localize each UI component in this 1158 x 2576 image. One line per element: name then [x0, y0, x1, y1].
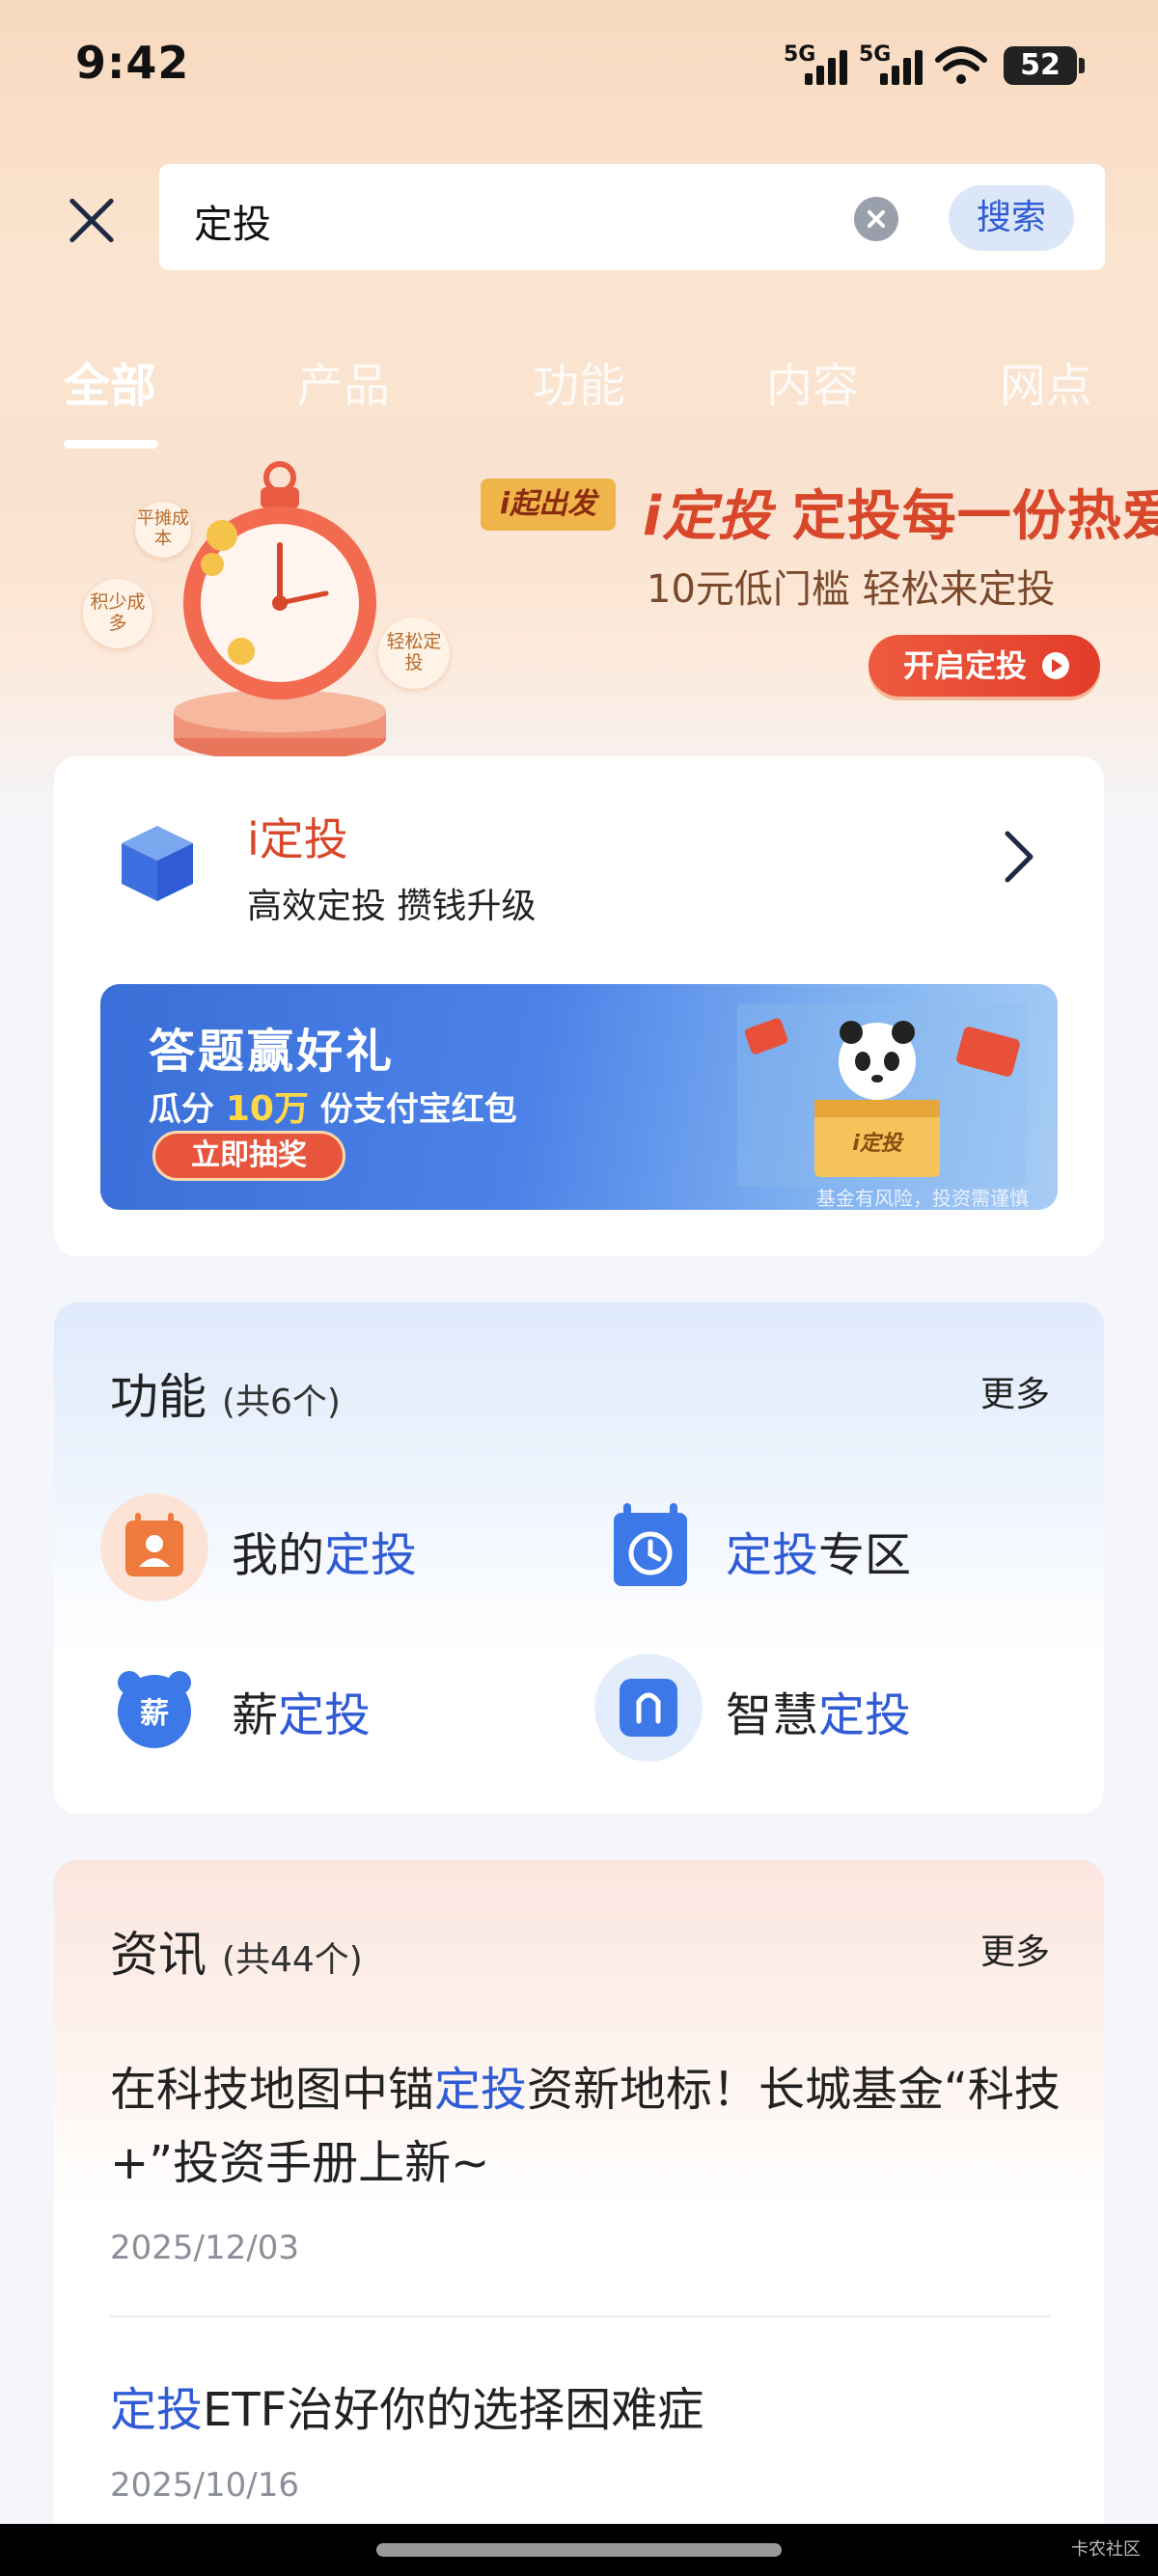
- news-more-link[interactable]: 更多: [980, 1924, 1050, 1974]
- news-item-title[interactable]: 在科技地图中锚定投资新地标！长城基金“科技+”投资手册上新~: [110, 2053, 1065, 2200]
- status-bar: 9:42 5G 5G 52: [0, 0, 1158, 125]
- promo-banner[interactable]: 平摊成本 积少成多 轻松定投 i起出发 i定投 定投每一份热爱 10元低门槛 轻…: [0, 444, 1158, 762]
- banner-subtitle: 10元低门槛 轻松来定投: [647, 567, 1056, 612]
- status-time: 9:42: [75, 37, 190, 89]
- functions-count: (共6个): [221, 1383, 341, 1422]
- section-title: 功能 (共6个): [110, 1358, 341, 1428]
- clear-search-icon[interactable]: [854, 197, 898, 241]
- cube-icon: [122, 826, 193, 901]
- banner-title-main: 定投每一份热爱: [791, 485, 1158, 548]
- function-label: 我的定投: [232, 1528, 418, 1582]
- function-label: 薪定投: [232, 1688, 372, 1742]
- news-item-title[interactable]: 定投ETF治好你的选择困难症: [110, 2371, 703, 2439]
- function-label: 定投专区: [726, 1528, 912, 1582]
- calendar-person-icon: [100, 1494, 208, 1602]
- home-indicator[interactable]: [376, 2543, 782, 2557]
- functions-section: 功能 (共6个) 更多 我的定投 定投专区 薪 薪定投 智慧定投: [54, 1302, 1104, 1814]
- product-card: i定投 高效定投 攒钱升级 答题赢好礼 瓜分 10万 份支付宝红包 立即抽奖 i…: [54, 756, 1104, 1256]
- cellular-signal-icon: 5G: [784, 42, 857, 87]
- play-icon: [1042, 652, 1069, 679]
- banner-title-prefix: i定投: [643, 485, 773, 548]
- calendar-clock-icon: [614, 1503, 687, 1586]
- functions-more-link[interactable]: 更多: [980, 1366, 1050, 1416]
- start-invest-button[interactable]: 开启定投: [868, 635, 1100, 697]
- watermark: 卡农社区: [1071, 2539, 1141, 2560]
- promo-subtitle: 瓜分 10万 份支付宝红包: [149, 1081, 517, 1131]
- network-type-label: 5G: [859, 42, 892, 67]
- cellular-signal-icon: 5G: [859, 42, 932, 87]
- battery-icon: 52: [1004, 46, 1085, 85]
- section-title: 资讯 (共44个): [110, 1916, 363, 1986]
- search-query: 定投: [194, 203, 271, 247]
- badge-average-cost: 平摊成本: [135, 502, 191, 558]
- close-icon[interactable]: [60, 188, 124, 252]
- tab-all[interactable]: 全部: [64, 347, 156, 415]
- tab-content[interactable]: 内容: [766, 347, 859, 415]
- stopwatch-illustration: [174, 461, 386, 761]
- functions-title: 功能: [110, 1369, 207, 1425]
- alarm-clock-icon: 薪: [118, 1671, 191, 1748]
- search-input[interactable]: 定投 搜索: [159, 164, 1105, 270]
- promo-sub-prefix: 瓜分: [149, 1090, 214, 1129]
- product-subtitle: 高效定投 攒钱升级: [247, 887, 537, 926]
- smart-clock-icon: [594, 1654, 703, 1762]
- wifi-icon: [935, 46, 987, 84]
- risk-disclaimer: 基金有风险，投资需谨慎: [816, 1187, 1029, 1210]
- news-section: 资讯 (共44个) 更多 在科技地图中锚定投资新地标！长城基金“科技+”投资手册…: [54, 1860, 1104, 2555]
- banner-title: i定投 定投每一份热爱: [643, 473, 1158, 551]
- function-salary-invest[interactable]: 薪 薪定投: [100, 1654, 544, 1750]
- promo-sub-highlight: 10万: [225, 1089, 309, 1129]
- function-label: 智慧定投: [726, 1688, 912, 1742]
- news-count: (共44个): [221, 1940, 363, 1980]
- gesture-bar: 卡农社区: [0, 2524, 1158, 2576]
- promo-title: 答题赢好礼: [149, 1025, 396, 1079]
- tab-functions[interactable]: 功能: [533, 347, 625, 415]
- start-invest-label: 开启定投: [903, 647, 1028, 684]
- salary-char: 薪: [140, 1697, 169, 1731]
- search-button[interactable]: 搜索: [949, 185, 1074, 251]
- badge-accumulate: 积少成多: [83, 579, 152, 648]
- quiz-promo-banner[interactable]: 答题赢好礼 瓜分 10万 份支付宝红包 立即抽奖 i定投 基金有风险，投资需谨慎: [100, 984, 1058, 1210]
- function-my-invest[interactable]: 我的定投: [100, 1494, 544, 1602]
- news-item-date: 2025/10/16: [110, 2466, 299, 2505]
- tab-products[interactable]: 产品: [297, 347, 390, 415]
- news-title: 资讯: [110, 1927, 207, 1983]
- draw-now-button[interactable]: 立即抽奖: [152, 1131, 345, 1181]
- chevron-right-icon[interactable]: [1000, 828, 1038, 886]
- panda-mascot-illustration: i定投: [737, 1003, 1027, 1187]
- banner-tag: i起出发: [481, 479, 616, 531]
- badge-easy-invest: 轻松定投: [378, 617, 450, 689]
- promo-sub-suffix: 份支付宝红包: [319, 1090, 517, 1129]
- function-smart-invest[interactable]: 智慧定投: [594, 1654, 1038, 1762]
- divider: [110, 2316, 1050, 2317]
- news-item-date: 2025/12/03: [110, 2229, 299, 2267]
- category-tabs: 全部 产品 功能 内容 网点: [0, 347, 1158, 453]
- function-invest-zone[interactable]: 定投专区: [594, 1494, 1038, 1590]
- crate-label: i定投: [852, 1131, 905, 1156]
- network-type-label: 5G: [784, 42, 816, 67]
- tab-branches[interactable]: 网点: [1000, 347, 1092, 415]
- product-title[interactable]: i定投: [247, 805, 348, 868]
